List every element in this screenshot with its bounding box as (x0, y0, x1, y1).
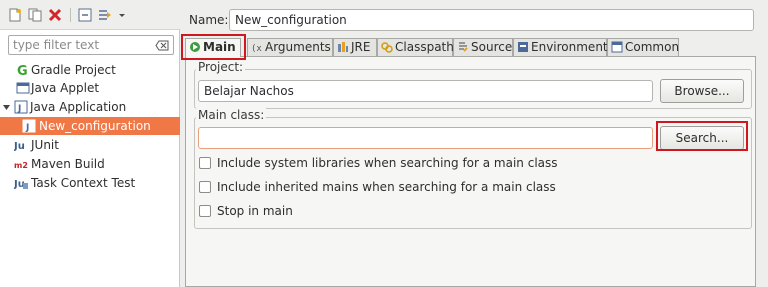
expand-arrow-icon[interactable] (3, 100, 11, 114)
junit-icon: Ju (13, 138, 28, 152)
config-editor: Name: New_configuration Main (x) Argumen… (181, 0, 768, 287)
environment-icon (517, 41, 529, 53)
svg-text:m2: m2 (14, 161, 28, 170)
tree-item-label: Task Context Test (31, 176, 136, 190)
arguments-icon: (x) (251, 41, 267, 54)
svg-text:J: J (25, 123, 29, 133)
tab-label: Arguments (265, 40, 331, 54)
tab-label: JRE (351, 40, 371, 54)
checkbox-label: Stop in main (217, 204, 293, 218)
highlight-search-button (656, 121, 748, 151)
duplicate-icon[interactable] (28, 8, 42, 22)
jre-icon (337, 41, 349, 53)
tree-item-label: Java Application (30, 100, 127, 114)
java-application-icon: J (14, 100, 28, 114)
svg-text:(x): (x) (251, 44, 263, 53)
svg-text:Ju: Ju (14, 141, 25, 152)
highlight-main-tab (181, 34, 246, 60)
checkbox-label: Include system libraries when searching … (217, 156, 558, 170)
java-config-icon: J (22, 119, 36, 133)
project-label: Project: (196, 60, 246, 74)
java-applet-icon (16, 81, 30, 95)
name-label: Name: (189, 13, 229, 27)
main-class-field[interactable] (198, 127, 653, 149)
name-field[interactable]: New_configuration (229, 9, 754, 31)
tab-environment[interactable]: Environment (513, 38, 608, 56)
common-icon (611, 41, 623, 53)
tree-item-java-application[interactable]: J Java Application (0, 98, 180, 116)
classpath-icon (381, 41, 393, 53)
tab-label: Environment (531, 40, 608, 54)
collapse-all-icon[interactable] (78, 8, 92, 22)
tree-item-junit[interactable]: Ju JUnit (0, 136, 180, 154)
tab-label: Source (471, 40, 513, 54)
filter-icon[interactable] (98, 8, 112, 22)
tree-item-task-context-test[interactable]: Ju Task Context Test (0, 174, 180, 192)
tree-item-label: Maven Build (31, 157, 105, 171)
new-config-icon[interactable] (8, 8, 22, 22)
config-tabs: Main (x) Arguments JRE Classpath Source (181, 38, 768, 57)
stop-in-main-checkbox[interactable] (199, 205, 211, 217)
main-class-label: Main class: (196, 108, 267, 122)
gradle-icon: G (16, 63, 30, 79)
tree-item-new-configuration[interactable]: J New_configuration (0, 117, 180, 135)
dropdown-arrow-icon[interactable] (118, 8, 126, 22)
tab-arguments[interactable]: (x) Arguments (247, 38, 333, 56)
include-system-libraries-checkbox[interactable] (199, 157, 211, 169)
main-tab-panel: Project: Belajar Nachos Browse... Main c… (185, 56, 756, 287)
tab-label: Common (625, 40, 680, 54)
toolbar-separator (70, 8, 71, 22)
tab-source[interactable]: Source (453, 38, 513, 56)
sidebar-toolbar (0, 0, 180, 30)
browse-button[interactable]: Browse... (660, 79, 744, 103)
svg-text:G: G (17, 64, 28, 77)
delete-icon[interactable] (48, 8, 62, 22)
tab-label: Classpath (395, 40, 454, 54)
tree-item-label: Gradle Project (31, 63, 116, 77)
filter-input[interactable]: type filter text (8, 35, 174, 55)
maven-icon: m2 (14, 157, 28, 171)
filter-placeholder: type filter text (13, 38, 100, 52)
source-icon (457, 41, 469, 53)
tab-classpath[interactable]: Classpath (377, 38, 454, 56)
tab-jre[interactable]: JRE (333, 38, 377, 56)
launch-config-sidebar: type filter text G Gradle Project Java A… (0, 0, 180, 287)
task-test-icon: Ju (13, 176, 28, 190)
tree-item-maven-build[interactable]: m2 Maven Build (0, 155, 180, 173)
tree-item-label: JUnit (31, 138, 59, 152)
tab-common[interactable]: Common (607, 38, 679, 56)
tree-item-label: Java Applet (31, 81, 100, 95)
checkbox-label: Include inherited mains when searching f… (217, 180, 556, 194)
include-inherited-mains-checkbox[interactable] (199, 181, 211, 193)
tree-item-label: New_configuration (39, 119, 151, 133)
clear-filter-icon[interactable] (155, 40, 169, 51)
tree-item-java-applet[interactable]: Java Applet (0, 79, 180, 97)
project-field[interactable]: Belajar Nachos (198, 80, 653, 102)
tree-item-gradle-project[interactable]: G Gradle Project (0, 61, 180, 79)
svg-text:J: J (17, 104, 21, 114)
